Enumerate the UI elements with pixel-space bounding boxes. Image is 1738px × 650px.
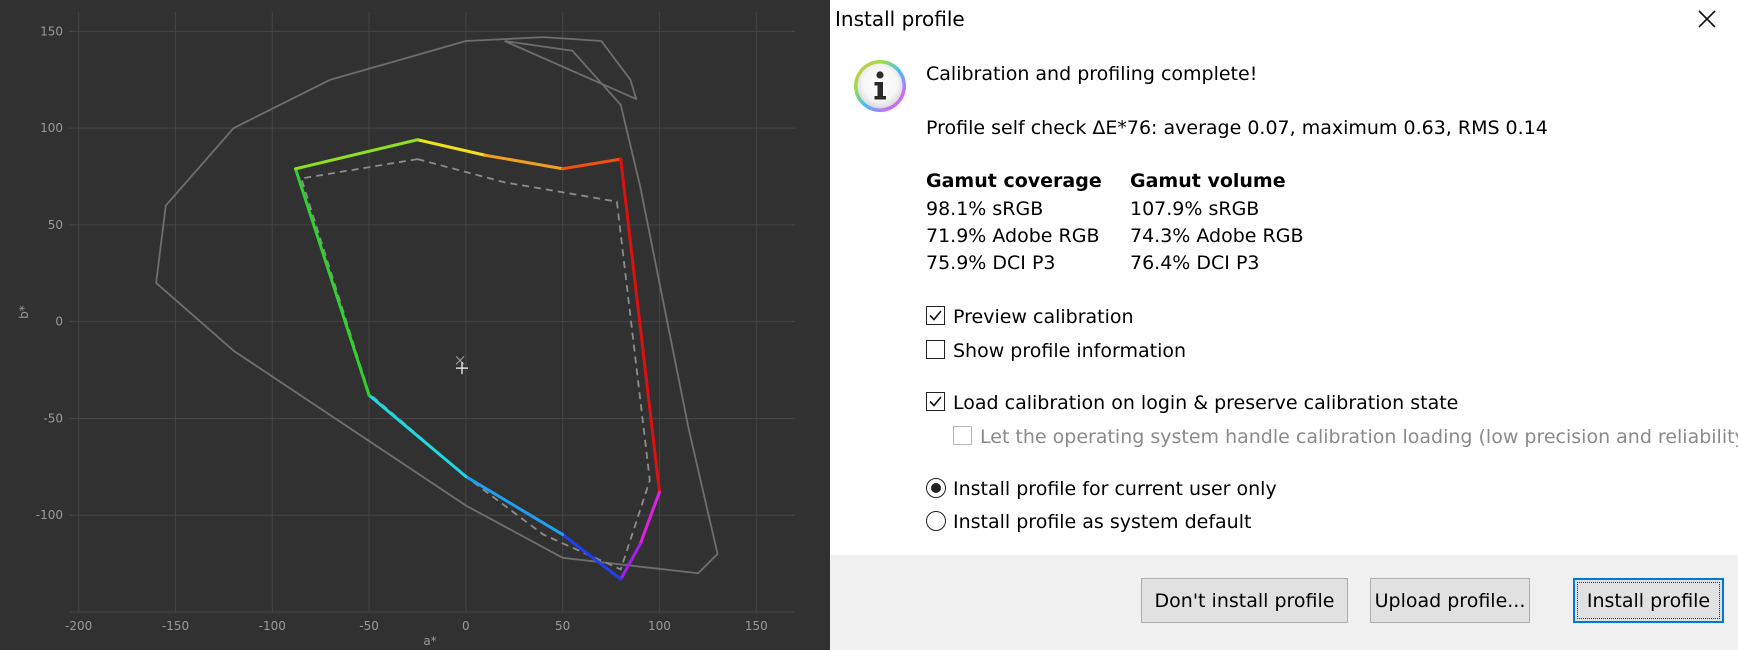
current-user-radio[interactable] [926,478,946,498]
y-tick-label: -100 [36,508,63,522]
info-icon [852,58,908,114]
measured-gamut-segment [561,157,623,171]
gamut-plot: -200 -150 -100 -50 0 50 100 150 150 100 50 0 -50 -100… [0,0,830,650]
self-check-text: Profile self check ΔE*76: average 0.07, … [926,117,1548,139]
y-tick-label: 0 [55,315,63,329]
preview-calibration-label[interactable]: Preview calibration [953,306,1134,328]
target-gamut-dashed-outline [300,158,651,571]
gamut-coverage-header: Gamut coverage [926,170,1102,192]
volume-srgb: 107.9% sRGB [1130,198,1260,220]
close-icon[interactable] [1694,6,1720,32]
measured-gamut-segment [415,138,487,157]
y-tick-label: 50 [48,218,63,232]
load-calibration-label[interactable]: Load calibration on login & preserve cal… [953,392,1458,414]
measured-gamut-segment [367,393,468,479]
reference-gamut-outline [155,36,719,575]
upload-profile-button[interactable]: Upload profile... [1370,578,1530,623]
x-tick-label: 50 [555,619,570,633]
y-tick-label: 100 [40,121,63,135]
x-tick-label: 0 [462,619,470,633]
coverage-adobe-rgb: 71.9% Adobe RGB [926,225,1100,247]
os-handle-calibration-label[interactable]: Let the operating system handle calibrat… [980,426,1738,448]
install-profile-dialog: Install profile Calibration and profilin… [830,0,1738,650]
coverage-dci-p3: 75.9% DCI P3 [926,252,1056,274]
measured-gamut-segment [464,475,565,537]
y-tick-label: -50 [43,411,63,425]
load-calibration-checkbox[interactable] [926,392,945,411]
preview-calibration-checkbox[interactable] [926,306,945,325]
show-profile-info-label[interactable]: Show profile information [953,340,1186,362]
measured-gamut-segment [294,167,371,397]
system-default-radio-label[interactable]: Install profile as system default [953,511,1251,533]
current-user-radio-label[interactable]: Install profile for current user only [953,478,1277,500]
install-profile-button[interactable]: Install profile [1573,578,1724,623]
x-tick-label: -200 [65,619,92,633]
x-tick-label: 100 [648,619,671,633]
y-tick-label: 150 [40,24,63,38]
y-axis-label: b* [17,305,31,319]
x-tick-label: -50 [359,619,379,633]
volume-adobe-rgb: 74.3% Adobe RGB [1130,225,1304,247]
measured-gamut-segment [619,157,661,494]
x-tick-label: -100 [259,619,286,633]
completion-heading: Calibration and profiling complete! [926,63,1258,85]
show-profile-info-checkbox[interactable] [926,340,945,359]
coverage-srgb: 98.1% sRGB [926,198,1044,220]
install-profile-label: Install profile [1586,589,1711,612]
x-tick-label: 150 [745,619,768,633]
upload-profile-label: Upload profile... [1374,589,1526,612]
measured-gamut-segment [483,153,565,171]
x-axis-label: a* [423,634,436,648]
gamut-volume-header: Gamut volume [1130,170,1286,192]
dont-install-profile-button[interactable]: Don't install profile [1141,578,1348,623]
x-tick-label: -150 [162,619,189,633]
dialog-title: Install profile [835,7,965,31]
radio-selected-dot [930,482,941,493]
measured-gamut-segment [561,533,623,581]
measured-gamut-segment [294,138,419,171]
gamut-plot-svg: -200 -150 -100 -50 0 50 100 150 150 100 50 0 -50 -100… [17,12,795,648]
system-default-radio[interactable] [926,511,946,531]
os-handle-calibration-checkbox[interactable] [953,426,972,445]
check-icon [929,310,942,321]
volume-dci-p3: 76.4% DCI P3 [1130,252,1260,274]
check-icon [929,396,942,407]
dont-install-profile-label: Don't install profile [1154,589,1335,612]
